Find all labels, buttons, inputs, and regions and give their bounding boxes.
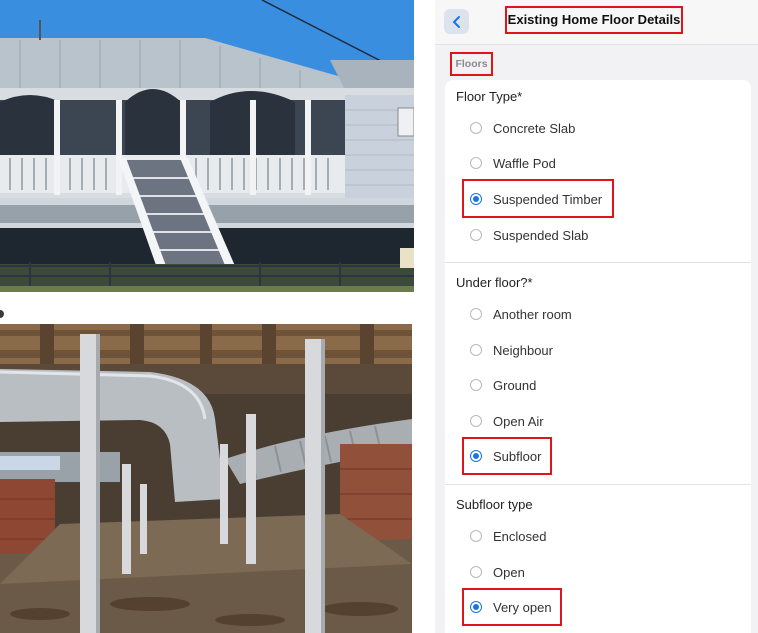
radio-button-selected[interactable] [470,601,482,613]
radio-button[interactable] [470,344,482,356]
radio-button[interactable] [470,415,482,427]
divider [445,262,751,263]
option-label: Open Air [493,413,544,429]
queenslander-house-image [0,0,414,292]
floors-form-card: Floor Type* Concrete Slab Waffle Pod Sus… [445,80,751,633]
radio-button-selected[interactable] [470,193,482,205]
under-floor-option-open-air[interactable]: Open Air [470,410,544,432]
house-photo [0,0,414,292]
radio-button[interactable] [470,530,482,542]
under-floor-option-neighbour[interactable]: Neighbour [470,339,553,361]
radio-button[interactable] [470,229,482,241]
option-label: Another room [493,306,572,322]
subfloor-type-option-very-open[interactable]: Very open [470,596,552,618]
section-label-floors: Floors [450,52,493,76]
under-floor-label: Under floor?* [456,275,533,290]
under-floor-option-ground[interactable]: Ground [470,374,536,396]
floor-type-option-waffle-pod[interactable]: Waffle Pod [470,152,556,174]
option-label: Neighbour [493,342,553,358]
option-label: Suspended Timber [493,191,603,207]
option-label: Ground [493,377,537,393]
option-label: Very open [493,599,552,615]
subfloor-stumps-image [0,324,412,633]
subfloor-type-option-enclosed[interactable]: Enclosed [470,525,546,547]
option-label: Suspended Slab [493,227,589,243]
radio-button[interactable] [470,308,482,320]
radio-button[interactable] [470,157,482,169]
divider [445,484,751,485]
option-label: Open [493,564,525,580]
floor-type-option-suspended-timber[interactable]: Suspended Timber [470,188,602,210]
screen-header: Existing Home Floor Details [435,0,758,45]
floor-details-panel: Existing Home Floor Details Floors Floor… [435,0,758,633]
radio-button[interactable] [470,566,482,578]
option-label: Concrete Slab [493,120,576,136]
option-label: Enclosed [493,528,547,544]
option-label: Subfloor [493,448,542,464]
under-floor-option-subfloor[interactable]: Subfloor [470,445,541,467]
floor-type-label: Floor Type* [456,89,523,104]
page-title: Existing Home Floor Details [505,6,683,34]
subfloor-type-label: Subfloor type [456,497,533,512]
option-label: Waffle Pod [493,155,556,171]
subfloor-type-option-open[interactable]: Open [470,561,525,583]
under-floor-option-another-room[interactable]: Another room [470,303,572,325]
back-button[interactable] [444,9,469,34]
radio-button[interactable] [470,122,482,134]
radio-button-selected[interactable] [470,450,482,462]
radio-button[interactable] [470,379,482,391]
floor-type-option-suspended-slab[interactable]: Suspended Slab [470,224,588,246]
subfloor-photo [0,324,412,633]
decoration-dot [0,310,4,318]
floor-type-option-concrete-slab[interactable]: Concrete Slab [470,117,575,139]
chevron-left-icon [452,15,460,28]
